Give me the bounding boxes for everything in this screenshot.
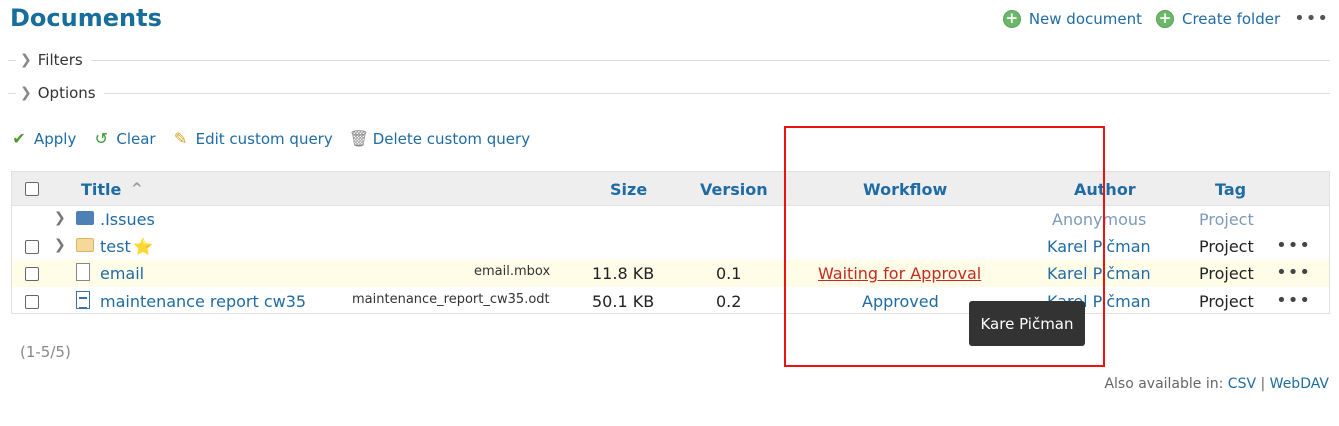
chevron-right-icon[interactable]: ❯ — [54, 210, 66, 226]
file-icon — [76, 263, 90, 281]
edit-custom-query-label: Edit custom query — [195, 129, 333, 148]
select-all-checkbox[interactable] — [25, 182, 39, 196]
author-tooltip: Kare Pičman — [969, 301, 1085, 346]
workflow-status-link[interactable]: Waiting for Approval — [818, 264, 981, 283]
size-text: 11.8 KB — [592, 264, 655, 283]
pencil-icon: ✎ — [173, 129, 188, 148]
divider — [8, 59, 16, 61]
tag-text: Project — [1199, 292, 1254, 311]
page-title: Documents — [10, 4, 162, 32]
trash-icon: 🗑 — [348, 129, 370, 148]
also-available-label: Also available in: — [1104, 376, 1224, 392]
row-checkbox[interactable] — [25, 267, 39, 281]
plus-circle-icon: + — [1002, 9, 1021, 28]
author-link[interactable]: Karel Pičman — [1047, 264, 1151, 283]
more-actions-icon[interactable]: ••• — [1294, 8, 1329, 29]
filters-label: Filters — [37, 51, 83, 69]
separator: | — [1260, 376, 1266, 392]
row-checkbox[interactable] — [25, 240, 39, 254]
divider — [90, 59, 1330, 61]
also-available-in: Also available in: CSV | WebDAV — [1104, 376, 1329, 392]
table-row: email email.mbox 11.8 KB 0.1 Waiting for… — [12, 260, 1329, 287]
apply-label: Apply — [34, 129, 77, 148]
document-title-link[interactable]: test — [100, 237, 131, 256]
row-actions-icon[interactable]: ••• — [1276, 290, 1311, 311]
csv-export-link[interactable]: CSV — [1228, 376, 1256, 392]
delete-custom-query-button[interactable]: 🗑 Delete custom query — [349, 129, 530, 148]
clear-label: Clear — [116, 129, 156, 148]
options-section-toggle[interactable]: ❯ Options — [8, 83, 1330, 103]
size-text: 50.1 KB — [592, 292, 655, 311]
document-title-link[interactable]: email — [100, 264, 144, 283]
document-title-link[interactable]: .Issues — [100, 210, 155, 229]
folder-icon — [76, 211, 94, 225]
reload-icon: ↺ — [94, 129, 109, 148]
options-label: Options — [37, 84, 96, 102]
create-folder-button[interactable]: + Create folder — [1155, 9, 1281, 28]
column-tag[interactable]: Tag — [1215, 180, 1246, 199]
table-header: Title ^ Size Version Workflow Author Tag — [12, 172, 1329, 206]
document-title-link[interactable]: maintenance report cw35 — [100, 292, 306, 311]
chevron-right-icon: ❯ — [20, 85, 32, 101]
new-document-label: New document — [1028, 9, 1142, 28]
row-actions-icon[interactable]: ••• — [1276, 262, 1311, 283]
tag-link[interactable]: Project — [1199, 210, 1254, 229]
table-row: maintenance report cw35 maintenance_repo… — [12, 288, 1329, 315]
divider — [103, 92, 1330, 94]
author-link[interactable]: Karel Pičman — [1047, 237, 1151, 256]
plus-circle-icon: + — [1155, 9, 1174, 28]
create-folder-label: Create folder — [1181, 9, 1281, 28]
clear-button[interactable]: ↺ Clear — [92, 129, 156, 148]
delete-custom-query-label: Delete custom query — [372, 129, 531, 148]
pagination-count: (1-5/5) — [20, 343, 71, 361]
tag-text: Project — [1199, 264, 1254, 283]
column-size[interactable]: Size — [610, 180, 647, 199]
filters-section-toggle[interactable]: ❯ Filters — [8, 50, 1330, 70]
filename-text: email.mbox — [474, 264, 551, 279]
edit-custom-query-button[interactable]: ✎ Edit custom query — [172, 129, 333, 148]
row-checkbox[interactable] — [25, 295, 39, 309]
documents-table: Title ^ Size Version Workflow Author Tag… — [11, 171, 1330, 314]
column-author[interactable]: Author — [1074, 180, 1136, 199]
version-text: 0.1 — [716, 264, 742, 283]
document-icon — [76, 291, 90, 309]
divider — [8, 92, 16, 94]
column-version[interactable]: Version — [700, 180, 768, 199]
chevron-right-icon: ❯ — [20, 52, 32, 68]
column-workflow[interactable]: Workflow — [863, 180, 947, 199]
author-link[interactable]: Anonymous — [1052, 210, 1146, 229]
star-icon: ⭐ — [133, 237, 153, 256]
table-row: ❯ .Issues Anonymous Project — [12, 206, 1329, 233]
filename-text: maintenance_report_cw35.odt — [352, 292, 550, 307]
new-document-button[interactable]: + New document — [1002, 9, 1142, 28]
version-text: 0.2 — [716, 292, 742, 311]
folder-icon — [76, 238, 94, 252]
top-actions: + New document + Create folder ••• — [1002, 8, 1329, 29]
workflow-status-link[interactable]: Approved — [862, 292, 939, 311]
query-actions: ✔ Apply ↺ Clear ✎ Edit custom query 🗑 De… — [10, 129, 530, 148]
column-title[interactable]: Title — [81, 180, 121, 199]
chevron-right-icon[interactable]: ❯ — [54, 237, 66, 253]
checkmark-icon: ✔ — [12, 129, 26, 148]
row-actions-icon[interactable]: ••• — [1276, 235, 1311, 256]
table-row: ❯ test ⭐ Karel Pičman Project ••• — [12, 233, 1329, 260]
tag-text: Project — [1199, 237, 1254, 256]
sort-ascending-icon: ^ — [131, 181, 143, 197]
apply-button[interactable]: ✔ Apply — [10, 129, 76, 148]
webdav-link[interactable]: WebDAV — [1270, 376, 1329, 392]
